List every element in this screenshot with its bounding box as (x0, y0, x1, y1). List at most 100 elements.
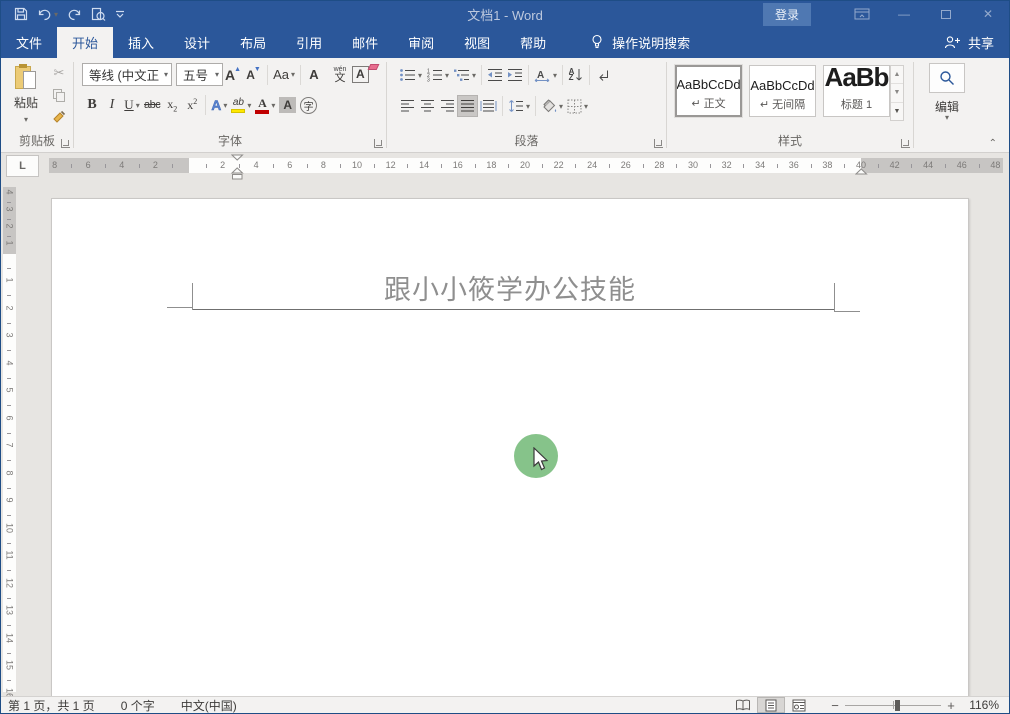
align-center-button[interactable] (417, 95, 437, 117)
word-count[interactable]: 0 个字 (121, 697, 155, 714)
copy-icon[interactable] (49, 86, 69, 104)
underline-button[interactable]: U (122, 94, 142, 116)
zoom-percentage[interactable]: 116% (959, 698, 999, 712)
mouse-cursor (533, 447, 551, 473)
ribbon-tab[interactable]: 邮件 (337, 27, 393, 58)
ribbon-tab[interactable]: 审阅 (393, 27, 449, 58)
close-button[interactable]: ✕ (967, 1, 1009, 27)
redo-icon[interactable] (67, 8, 82, 21)
text-effects-button[interactable]: A (209, 94, 229, 116)
style-card-normal[interactable]: AaBbCcDd ↵ 正文 (675, 65, 742, 117)
font-size-dropdown-icon[interactable]: ▾ (211, 70, 219, 79)
ribbon-tab[interactable]: 插入 (113, 27, 169, 58)
line-spacing-button[interactable] (506, 95, 532, 117)
ribbon-tab[interactable]: 布局 (225, 27, 281, 58)
style-scroll-up-icon[interactable]: ▲ (891, 66, 903, 84)
minimize-button[interactable]: — (883, 1, 925, 27)
horizontal-ruler[interactable]: 8642246810121416182022242628303234363840… (49, 158, 1003, 173)
sign-in-button[interactable]: 登录 (763, 3, 811, 26)
ribbon-tab[interactable]: 帮助 (505, 27, 561, 58)
align-right-button[interactable] (437, 95, 457, 117)
ribbon-display-options-icon[interactable] (841, 1, 883, 27)
italic-button[interactable]: I (102, 94, 122, 116)
change-case-button[interactable]: Aa (271, 64, 297, 86)
maximize-button[interactable] (925, 1, 967, 27)
collapse-ribbon-icon[interactable]: ⌃ (989, 138, 997, 149)
phonetic-guide-button[interactable]: wén文 (330, 64, 350, 86)
zoom-slider[interactable] (845, 697, 941, 713)
web-layout-button[interactable] (785, 697, 813, 713)
font-name-combo[interactable]: 等线 (中文正 ▾ (82, 63, 172, 86)
zoom-out-button[interactable]: − (827, 698, 843, 713)
font-color-button[interactable]: A (253, 94, 277, 116)
editing-dropdown-icon[interactable]: ▾ (914, 113, 980, 122)
character-border-button[interactable]: A (350, 64, 371, 86)
character-shading-button[interactable]: A (277, 94, 298, 116)
language-indicator[interactable]: 中文(中国) (181, 697, 237, 714)
paragraph-dialog-launcher-icon[interactable] (654, 139, 663, 148)
print-layout-button[interactable] (757, 697, 785, 713)
vertical-ruler[interactable]: 432112345678910111213141516 (3, 187, 16, 692)
shrink-font-button[interactable]: A▼ (244, 64, 264, 86)
numbered-list-button[interactable]: 123 (424, 64, 451, 86)
bold-button[interactable]: B (82, 94, 102, 116)
ribbon-tab[interactable]: 视图 (449, 27, 505, 58)
page-indicator[interactable]: 第 1 页，共 1 页 (8, 697, 95, 714)
asian-layout-button[interactable]: A (532, 64, 559, 86)
cut-icon[interactable]: ✂ (49, 64, 69, 82)
print-preview-icon[interactable] (91, 7, 106, 22)
share-button[interactable]: 共享 (944, 27, 1009, 58)
print-layout-icon (765, 699, 777, 712)
page[interactable]: 跟小小筱学办公技能 (51, 198, 969, 696)
show-marks-button[interactable] (593, 64, 613, 86)
tell-me-search[interactable]: 操作说明搜索 (591, 27, 690, 58)
tab-file[interactable]: 文件 (1, 27, 57, 58)
decrease-indent-button[interactable] (485, 64, 505, 86)
font-name-dropdown-icon[interactable]: ▾ (160, 70, 168, 79)
style-gallery-more-icon[interactable]: ▼ (891, 103, 903, 120)
grow-font-button[interactable]: A▲ (223, 64, 244, 86)
tab-selector[interactable]: L (6, 155, 39, 177)
align-left-button[interactable] (397, 95, 417, 117)
font-dialog-launcher-icon[interactable] (374, 139, 383, 148)
format-painter-icon[interactable] (49, 108, 69, 126)
strikethrough-button[interactable]: abc (142, 94, 162, 116)
enclose-characters-button[interactable]: 字 (298, 94, 319, 116)
ruler-tick (105, 164, 106, 168)
superscript-button[interactable]: x2 (182, 94, 202, 116)
ribbon-tab[interactable]: 引用 (281, 27, 337, 58)
clear-formatting-button[interactable]: A (304, 64, 324, 86)
style-card-heading1[interactable]: AaBb 标题 1 (823, 65, 890, 117)
ribbon-tab[interactable]: 设计 (169, 27, 225, 58)
ribbon-tab[interactable]: 开始 (57, 27, 113, 58)
style-card-no-spacing[interactable]: AaBbCcDd ↵ 无间隔 (749, 65, 816, 117)
zoom-slider-thumb[interactable] (895, 700, 900, 711)
ruler-number: 2 (5, 220, 15, 233)
clipboard-dialog-launcher-icon[interactable] (61, 139, 70, 148)
borders-button[interactable] (565, 95, 590, 117)
paste-dropdown-icon[interactable] (24, 111, 28, 125)
first-line-indent-marker[interactable] (231, 154, 244, 161)
document-title-text[interactable]: 跟小小筱学办公技能 (52, 268, 968, 307)
styles-dialog-launcher-icon[interactable] (901, 139, 910, 148)
distribute-button[interactable] (478, 95, 499, 117)
text-highlight-button[interactable]: ab (229, 94, 253, 116)
multilevel-list-button[interactable] (451, 64, 478, 86)
find-button[interactable] (929, 63, 965, 93)
sort-button[interactable]: AZ (566, 64, 586, 86)
customize-qat-icon[interactable] (115, 10, 125, 19)
increase-indent-button[interactable] (505, 64, 525, 86)
zoom-control: − + 116% (827, 697, 999, 713)
paste-button[interactable]: 粘贴 (6, 63, 46, 135)
ruler-number: 12 (382, 160, 400, 170)
justify-button[interactable] (457, 95, 478, 117)
font-size-combo[interactable]: 五号 ▾ (176, 63, 223, 86)
subscript-button[interactable]: x2 (162, 94, 182, 116)
style-scroll-down-icon[interactable]: ▼ (891, 84, 903, 102)
undo-icon[interactable] (37, 8, 58, 21)
shading-button[interactable] (539, 95, 565, 117)
read-mode-button[interactable] (729, 697, 757, 713)
zoom-in-button[interactable]: + (943, 698, 959, 713)
bullet-list-button[interactable] (397, 64, 424, 86)
save-icon[interactable] (14, 7, 28, 21)
